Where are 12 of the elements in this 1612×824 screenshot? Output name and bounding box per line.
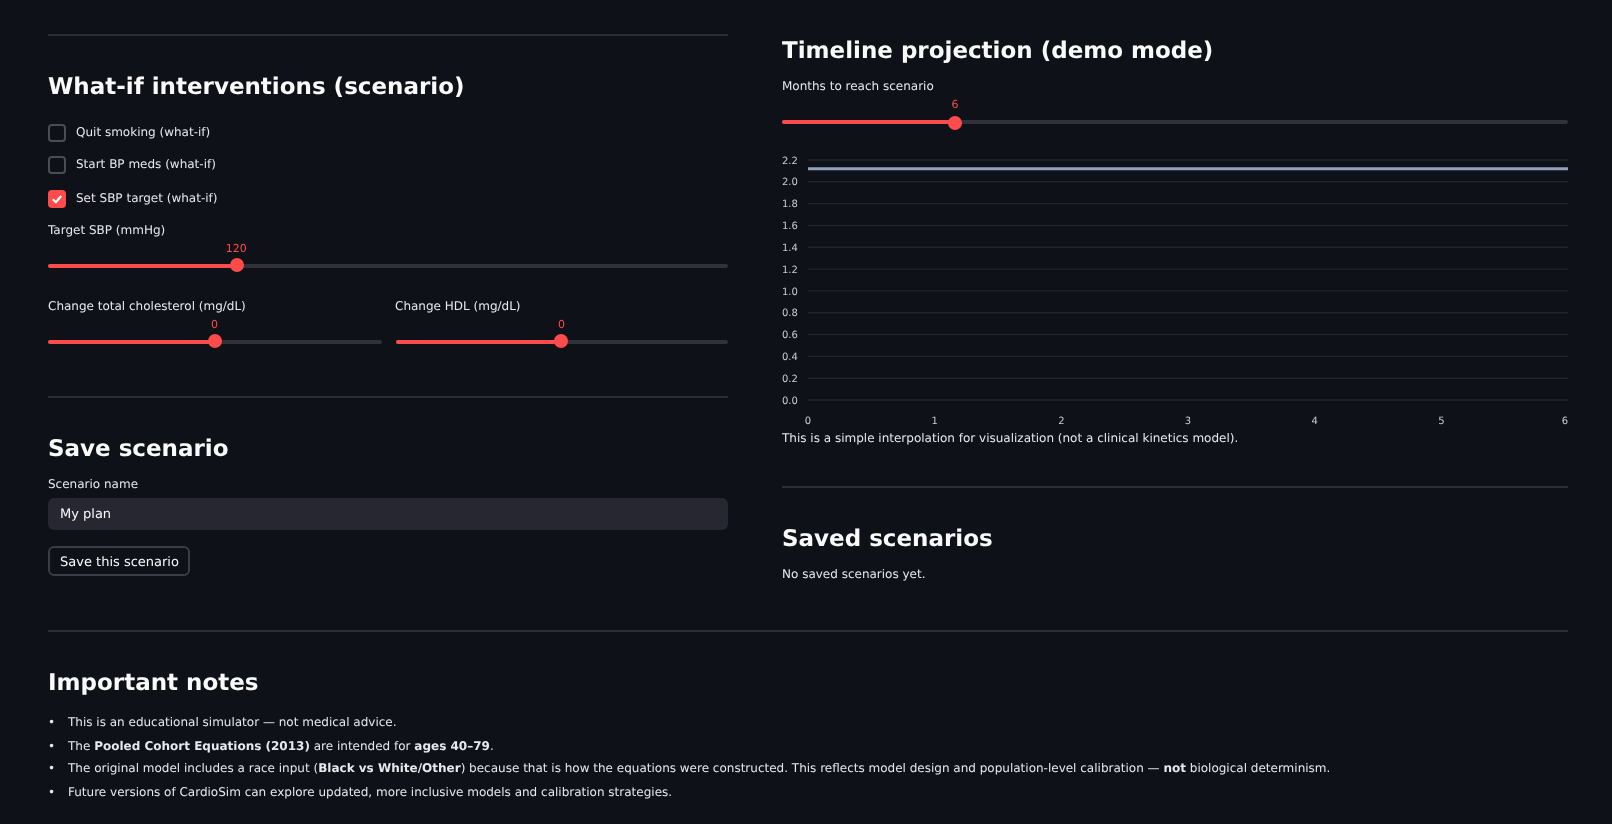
- checkbox[interactable]: [48, 123, 66, 142]
- section-heading: Timeline projection (demo mode): [782, 36, 1214, 64]
- section-heading: Save scenario: [48, 433, 229, 461]
- slider-handle[interactable]: [554, 334, 569, 348]
- section-heading: Important notes: [48, 668, 261, 696]
- slider-handle[interactable]: [229, 258, 244, 272]
- slider-handle[interactable]: [207, 334, 222, 348]
- checkbox[interactable]: [48, 189, 66, 208]
- checkbox[interactable]: [48, 156, 66, 175]
- section-heading: What-if interventions (scenario): [48, 72, 465, 100]
- section-heading: Saved scenarios: [782, 524, 993, 552]
- slider-handle[interactable]: [947, 115, 962, 129]
